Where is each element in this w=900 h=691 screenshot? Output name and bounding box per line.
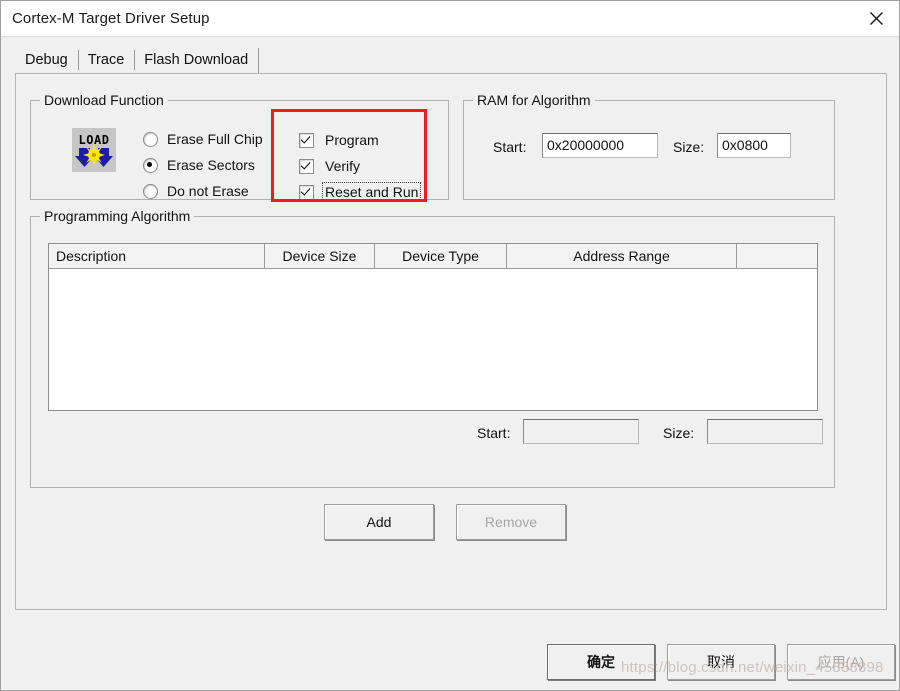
- checkbox-program[interactable]: Program: [299, 131, 381, 149]
- algo-size-label: Size:: [663, 425, 695, 441]
- checkbox-verify-mark: [299, 158, 314, 174]
- group-ram-for-algorithm: RAM for Algorithm Start: 0x20000000 Size…: [463, 92, 835, 200]
- load-flash-icon: LOAD: [72, 128, 116, 172]
- checkbox-program-mark: [299, 132, 314, 148]
- group-download-function-title: Download Function: [40, 92, 168, 108]
- ok-button[interactable]: 确定: [547, 644, 655, 680]
- table-header-row: Description Device Size Device Type Addr…: [49, 244, 817, 269]
- tab-debug[interactable]: Debug: [15, 47, 78, 73]
- radio-do-not-erase-mark: [143, 183, 158, 199]
- algo-start-input[interactable]: [523, 419, 639, 444]
- column-header-description[interactable]: Description: [49, 244, 264, 268]
- radio-do-not-erase[interactable]: Do not Erase: [143, 183, 249, 199]
- radio-erase-sectors-mark: [143, 157, 158, 173]
- radio-erase-full-chip[interactable]: Erase Full Chip: [143, 131, 263, 147]
- algo-size-input[interactable]: [707, 419, 823, 444]
- tab-page-flash-download: Download Function LOAD Erase Full Chip E…: [15, 73, 887, 610]
- checkbox-reset-and-run-mark: [299, 184, 314, 200]
- checkbox-reset-and-run[interactable]: Reset and Run: [299, 182, 422, 202]
- checkbox-reset-and-run-label: Reset and Run: [321, 182, 422, 202]
- ram-start-label: Start:: [493, 139, 527, 155]
- window-title: Cortex-M Target Driver Setup: [12, 10, 210, 27]
- cancel-button[interactable]: 取消: [667, 644, 775, 680]
- dialog-window: Cortex-M Target Driver Setup Debug Trace…: [0, 0, 900, 691]
- remove-button[interactable]: Remove: [456, 504, 566, 540]
- table-body-empty: [49, 269, 817, 410]
- checkbox-program-label: Program: [325, 132, 379, 148]
- tab-flash-download[interactable]: Flash Download: [134, 47, 260, 73]
- close-icon[interactable]: [853, 1, 899, 35]
- algo-start-label: Start:: [477, 425, 511, 441]
- column-header-device-size[interactable]: Device Size: [264, 244, 374, 268]
- radio-erase-sectors[interactable]: Erase Sectors: [143, 157, 255, 173]
- programming-algorithm-table[interactable]: Description Device Size Device Type Addr…: [48, 243, 818, 411]
- title-bar: Cortex-M Target Driver Setup: [1, 1, 899, 37]
- radio-erase-full-chip-label: Erase Full Chip: [167, 131, 263, 147]
- ram-size-label: Size:: [673, 139, 705, 155]
- radio-do-not-erase-label: Do not Erase: [167, 183, 249, 199]
- radio-erase-full-chip-mark: [143, 131, 158, 147]
- ram-start-input[interactable]: 0x20000000: [542, 133, 658, 158]
- column-header-address-range[interactable]: Address Range: [506, 244, 736, 268]
- column-header-device-type[interactable]: Device Type: [374, 244, 506, 268]
- group-programming-algorithm: Programming Algorithm Description Device…: [30, 208, 835, 488]
- tab-trace[interactable]: Trace: [77, 47, 135, 73]
- column-header-blank[interactable]: [736, 244, 817, 268]
- checkbox-verify[interactable]: Verify: [299, 157, 362, 175]
- apply-button[interactable]: 应用(A): [787, 644, 895, 680]
- group-download-function: Download Function LOAD Erase Full Chip E…: [30, 92, 449, 202]
- radio-erase-sectors-label: Erase Sectors: [167, 157, 255, 173]
- add-button[interactable]: Add: [324, 504, 434, 540]
- checkbox-verify-label: Verify: [325, 158, 361, 174]
- group-programming-algorithm-title: Programming Algorithm: [40, 208, 195, 224]
- tab-strip: Debug Trace Flash Download: [15, 46, 899, 73]
- group-ram-for-algorithm-title: RAM for Algorithm: [473, 92, 595, 108]
- ram-size-input[interactable]: 0x0800: [717, 133, 791, 158]
